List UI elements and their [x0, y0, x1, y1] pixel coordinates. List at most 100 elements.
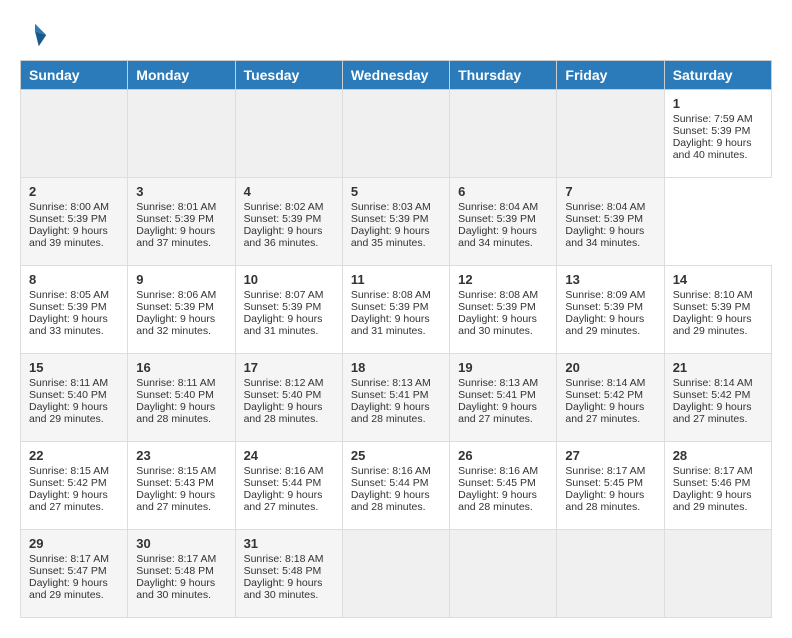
calendar-cell: 8 Sunrise: 8:05 AM Sunset: 5:39 PM Dayli…: [21, 266, 128, 354]
calendar-cell: 4 Sunrise: 8:02 AM Sunset: 5:39 PM Dayli…: [235, 178, 342, 266]
sunset-text: Sunset: 5:40 PM: [29, 389, 107, 401]
sunset-text: Sunset: 5:48 PM: [136, 565, 214, 577]
sunrise-text: Sunrise: 8:13 AM: [458, 377, 538, 389]
sunrise-text: Sunrise: 8:16 AM: [351, 465, 431, 477]
day-number: 18: [351, 360, 441, 375]
sunset-text: Sunset: 5:39 PM: [244, 301, 322, 313]
sunrise-text: Sunrise: 8:14 AM: [673, 377, 753, 389]
daylight-text: Daylight: 9 hours and 40 minutes.: [673, 137, 752, 161]
calendar-cell: [342, 530, 449, 618]
calendar-cell: 5 Sunrise: 8:03 AM Sunset: 5:39 PM Dayli…: [342, 178, 449, 266]
sunrise-text: Sunrise: 8:00 AM: [29, 201, 109, 213]
sunrise-text: Sunrise: 8:08 AM: [458, 289, 538, 301]
daylight-text: Daylight: 9 hours and 35 minutes.: [351, 225, 430, 249]
sunrise-text: Sunrise: 8:17 AM: [673, 465, 753, 477]
sunrise-text: Sunrise: 7:59 AM: [673, 113, 753, 125]
daylight-text: Daylight: 9 hours and 29 minutes.: [29, 577, 108, 601]
day-number: 22: [29, 448, 119, 463]
day-number: 29: [29, 536, 119, 551]
calendar-cell: 16 Sunrise: 8:11 AM Sunset: 5:40 PM Dayl…: [128, 354, 235, 442]
sunset-text: Sunset: 5:41 PM: [458, 389, 536, 401]
calendar-cell: 7 Sunrise: 8:04 AM Sunset: 5:39 PM Dayli…: [557, 178, 664, 266]
calendar-cell: [235, 90, 342, 178]
daylight-text: Daylight: 9 hours and 27 minutes.: [458, 401, 537, 425]
sunset-text: Sunset: 5:45 PM: [458, 477, 536, 489]
day-number: 5: [351, 184, 441, 199]
daylight-text: Daylight: 9 hours and 30 minutes.: [244, 577, 323, 601]
sunrise-text: Sunrise: 8:17 AM: [565, 465, 645, 477]
sunrise-text: Sunrise: 8:16 AM: [244, 465, 324, 477]
calendar-cell: 10 Sunrise: 8:07 AM Sunset: 5:39 PM Dayl…: [235, 266, 342, 354]
day-number: 23: [136, 448, 226, 463]
calendar-cell: [342, 90, 449, 178]
day-number: 31: [244, 536, 334, 551]
sunset-text: Sunset: 5:39 PM: [136, 301, 214, 313]
sunrise-text: Sunrise: 8:17 AM: [136, 553, 216, 565]
calendar-cell: 24 Sunrise: 8:16 AM Sunset: 5:44 PM Dayl…: [235, 442, 342, 530]
sunrise-text: Sunrise: 8:07 AM: [244, 289, 324, 301]
sunset-text: Sunset: 5:39 PM: [458, 213, 536, 225]
calendar-cell: [128, 90, 235, 178]
daylight-text: Daylight: 9 hours and 36 minutes.: [244, 225, 323, 249]
calendar-cell: 1 Sunrise: 7:59 AM Sunset: 5:39 PM Dayli…: [664, 90, 771, 178]
calendar-week-row: 29 Sunrise: 8:17 AM Sunset: 5:47 PM Dayl…: [21, 530, 772, 618]
sunset-text: Sunset: 5:43 PM: [136, 477, 214, 489]
daylight-text: Daylight: 9 hours and 27 minutes.: [136, 489, 215, 513]
sunset-text: Sunset: 5:47 PM: [29, 565, 107, 577]
calendar-cell: 28 Sunrise: 8:17 AM Sunset: 5:46 PM Dayl…: [664, 442, 771, 530]
sunrise-text: Sunrise: 8:03 AM: [351, 201, 431, 213]
calendar-cell: 22 Sunrise: 8:15 AM Sunset: 5:42 PM Dayl…: [21, 442, 128, 530]
daylight-text: Daylight: 9 hours and 27 minutes.: [673, 401, 752, 425]
sunset-text: Sunset: 5:39 PM: [351, 301, 429, 313]
calendar-cell: [557, 530, 664, 618]
calendar-cell: [557, 90, 664, 178]
sunrise-text: Sunrise: 8:06 AM: [136, 289, 216, 301]
calendar-cell: 27 Sunrise: 8:17 AM Sunset: 5:45 PM Dayl…: [557, 442, 664, 530]
day-number: 30: [136, 536, 226, 551]
daylight-text: Daylight: 9 hours and 28 minutes.: [244, 401, 323, 425]
page-header: [20, 20, 772, 50]
daylight-text: Daylight: 9 hours and 27 minutes.: [29, 489, 108, 513]
daylight-text: Daylight: 9 hours and 29 minutes.: [565, 313, 644, 337]
calendar-cell: 14 Sunrise: 8:10 AM Sunset: 5:39 PM Dayl…: [664, 266, 771, 354]
daylight-text: Daylight: 9 hours and 30 minutes.: [136, 577, 215, 601]
calendar-cell: 23 Sunrise: 8:15 AM Sunset: 5:43 PM Dayl…: [128, 442, 235, 530]
sunset-text: Sunset: 5:40 PM: [244, 389, 322, 401]
weekday-header: Wednesday: [342, 61, 449, 90]
sunrise-text: Sunrise: 8:16 AM: [458, 465, 538, 477]
calendar-table: SundayMondayTuesdayWednesdayThursdayFrid…: [20, 60, 772, 618]
calendar-cell: [664, 530, 771, 618]
daylight-text: Daylight: 9 hours and 37 minutes.: [136, 225, 215, 249]
sunset-text: Sunset: 5:39 PM: [565, 301, 643, 313]
sunrise-text: Sunrise: 8:15 AM: [29, 465, 109, 477]
logo: [20, 20, 54, 50]
daylight-text: Daylight: 9 hours and 29 minutes.: [673, 313, 752, 337]
sunrise-text: Sunrise: 8:09 AM: [565, 289, 645, 301]
sunset-text: Sunset: 5:39 PM: [351, 213, 429, 225]
sunset-text: Sunset: 5:39 PM: [136, 213, 214, 225]
sunrise-text: Sunrise: 8:01 AM: [136, 201, 216, 213]
weekday-header: Tuesday: [235, 61, 342, 90]
day-number: 14: [673, 272, 763, 287]
day-number: 27: [565, 448, 655, 463]
sunrise-text: Sunrise: 8:15 AM: [136, 465, 216, 477]
day-number: 21: [673, 360, 763, 375]
logo-icon: [20, 20, 50, 50]
day-number: 6: [458, 184, 548, 199]
calendar-header-row: SundayMondayTuesdayWednesdayThursdayFrid…: [21, 61, 772, 90]
sunset-text: Sunset: 5:40 PM: [136, 389, 214, 401]
daylight-text: Daylight: 9 hours and 31 minutes.: [351, 313, 430, 337]
daylight-text: Daylight: 9 hours and 29 minutes.: [29, 401, 108, 425]
day-number: 11: [351, 272, 441, 287]
daylight-text: Daylight: 9 hours and 28 minutes.: [351, 401, 430, 425]
daylight-text: Daylight: 9 hours and 34 minutes.: [565, 225, 644, 249]
sunset-text: Sunset: 5:44 PM: [244, 477, 322, 489]
day-number: 25: [351, 448, 441, 463]
weekday-header: Sunday: [21, 61, 128, 90]
day-number: 2: [29, 184, 119, 199]
day-number: 1: [673, 96, 763, 111]
daylight-text: Daylight: 9 hours and 31 minutes.: [244, 313, 323, 337]
day-number: 9: [136, 272, 226, 287]
sunset-text: Sunset: 5:45 PM: [565, 477, 643, 489]
calendar-cell: 15 Sunrise: 8:11 AM Sunset: 5:40 PM Dayl…: [21, 354, 128, 442]
